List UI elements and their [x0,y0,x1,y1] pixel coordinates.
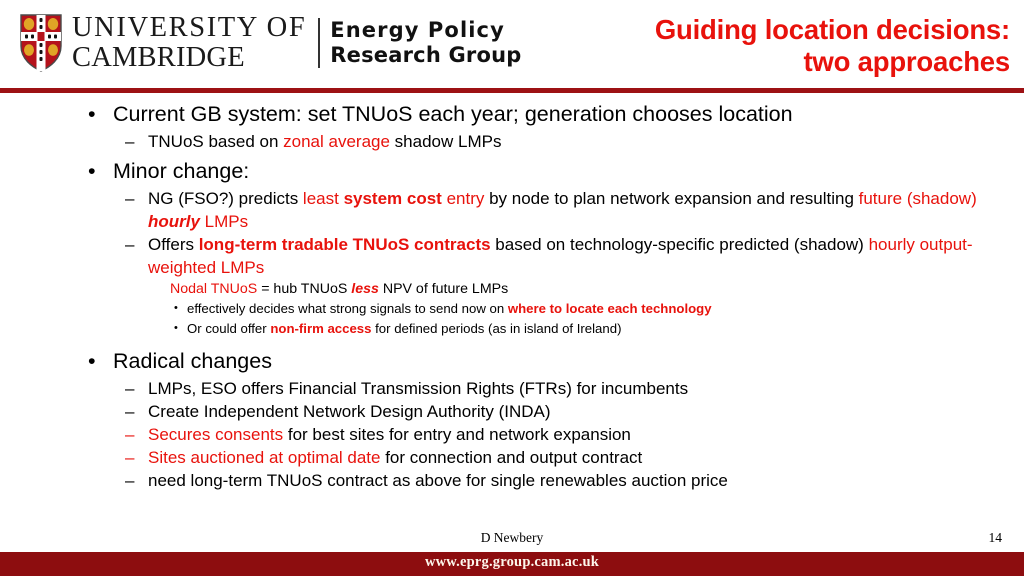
bullet-text: LMPs, ESO offers Financial Transmission … [148,379,689,398]
bullet-create-inda: – Create Independent Network Design Auth… [0,400,1024,423]
bullet-text-part: TNUoS based on [148,132,284,151]
bullet-text-strong: system cost [343,189,442,208]
bullet-current-gb-system: • Current GB system: set TNUoS each year… [0,100,1024,129]
bullet-text: Current GB system: set TNUoS each year; … [113,102,793,126]
bullet-marker: • [174,302,178,314]
logo-divider [318,18,321,68]
bullet-text-part: effectively decides what strong signals … [187,301,508,316]
bullet-marker: – [125,471,135,490]
bullet-text-part: Or could offer [187,320,271,336]
university-name-line2: CAMBRIDGE [72,42,245,73]
bullet-text-part: NPV of future LMPs [378,281,509,297]
bullet-text: Radical changes [113,349,272,373]
bullet-text: Create Independent Network Design Author… [148,402,551,421]
bullet-text-part: Offers [148,235,199,254]
bullet-text-strong: where to locate each technology [507,301,712,316]
bullet-marker: – [125,235,135,254]
bullet-text-highlight: LMPs [199,212,249,231]
bullet-text-highlight: Sites auctioned at optimal date [148,448,381,467]
header-divider [0,88,1024,93]
bullet-marker: • [174,321,178,334]
page-title: Guiding location decisions: two approach… [390,14,1010,78]
bullet-text: need long-term TNUoS contract as above f… [148,471,728,490]
bullet-text-emphasis: less [351,281,379,297]
bullet-text-part: for defined periods (as in island of Ire… [371,320,622,336]
bullet-text-part: NG (FSO?) predicts [148,189,303,208]
bullet-text-strong: non-firm access [270,320,372,336]
bullet-ng-predicts-least-system-cost: – NG (FSO?) predicts least system cost e… [0,187,1024,233]
bullet-marker: • [88,349,96,373]
bullet-marker: – [125,132,135,151]
bullet-lmps-ftrs: – LMPs, ESO offers Financial Transmissio… [0,377,1024,400]
footer-url: www.eprg.group.cam.ac.uk [424,554,600,570]
slide-header: UNIVERSITY OF CAMBRIDGE Energy Policy Re… [0,0,1024,93]
footer-author: D Newbery [480,530,544,545]
bullet-marker: – [125,379,135,398]
bullet-marker: – [125,425,135,444]
slide-number: 14 [988,530,1003,545]
bullet-marker: • [88,102,96,126]
bullet-marker: • [88,159,96,183]
bullet-non-firm-access: • Or could offer non-firm access for def… [0,319,1024,339]
bullet-text-emphasis: hourly [148,212,200,231]
university-name: UNIVERSITY OF CAMBRIDGE [72,13,306,73]
bullet-sites-auctioned: – Sites auctioned at optimal date for co… [0,446,1024,469]
bullet-marker: – [125,448,135,467]
bullet-text-part: based on technology-specific predicted (… [490,235,869,254]
bullet-text-strong: long-term tradable TNUoS contracts [198,235,491,254]
bullet-nodal-tnuos-definition: Nodal TNUoS = hub TNUoS less NPV of futu… [0,279,1024,299]
bullet-text-highlight: least [302,189,344,208]
university-name-line1: UNIVERSITY OF [72,12,307,43]
slide-body: • Current GB system: set TNUoS each year… [0,100,1024,492]
bullet-marker: – [125,189,135,208]
bullet-text-highlight: future (shadow) [858,189,977,208]
page-title-line2: two approaches [803,46,1010,77]
bullet-marker: – [125,402,135,421]
page-title-line1: Guiding location decisions: [654,14,1010,45]
bullet-effectively-decides-signals: • effectively decides what strong signal… [0,299,1024,319]
bullet-text-part: = hub TNUoS [257,281,352,297]
bullet-text-part: for best sites for entry and network exp… [283,425,631,444]
bullet-text-part: for connection and output contract [380,448,643,467]
bullet-text-part: by node to plan network expansion and re… [484,189,859,208]
bullet-text-highlight: Secures consents [148,425,284,444]
bullet-minor-change: • Minor change: [0,157,1024,186]
bullet-secures-consents: – Secures consents for best sites for en… [0,423,1024,446]
bullet-need-long-term-tnuos-contract: – need long-term TNUoS contract as above… [0,469,1024,492]
bullet-text: Minor change: [113,159,250,183]
bullet-text-highlight: entry [441,189,485,208]
cambridge-crest-icon [20,14,62,72]
bullet-text-part: shadow LMPs [389,132,502,151]
bullet-radical-changes: • Radical changes [0,347,1024,376]
bullet-tnuos-zonal-average: – TNUoS based on zonal average shadow LM… [0,130,1024,153]
bullet-offers-long-term-contracts: – Offers long-term tradable TNUoS contra… [0,233,1024,279]
bullet-text-highlight: Nodal TNUoS [170,281,258,297]
bullet-text-highlight: zonal average [283,132,390,151]
